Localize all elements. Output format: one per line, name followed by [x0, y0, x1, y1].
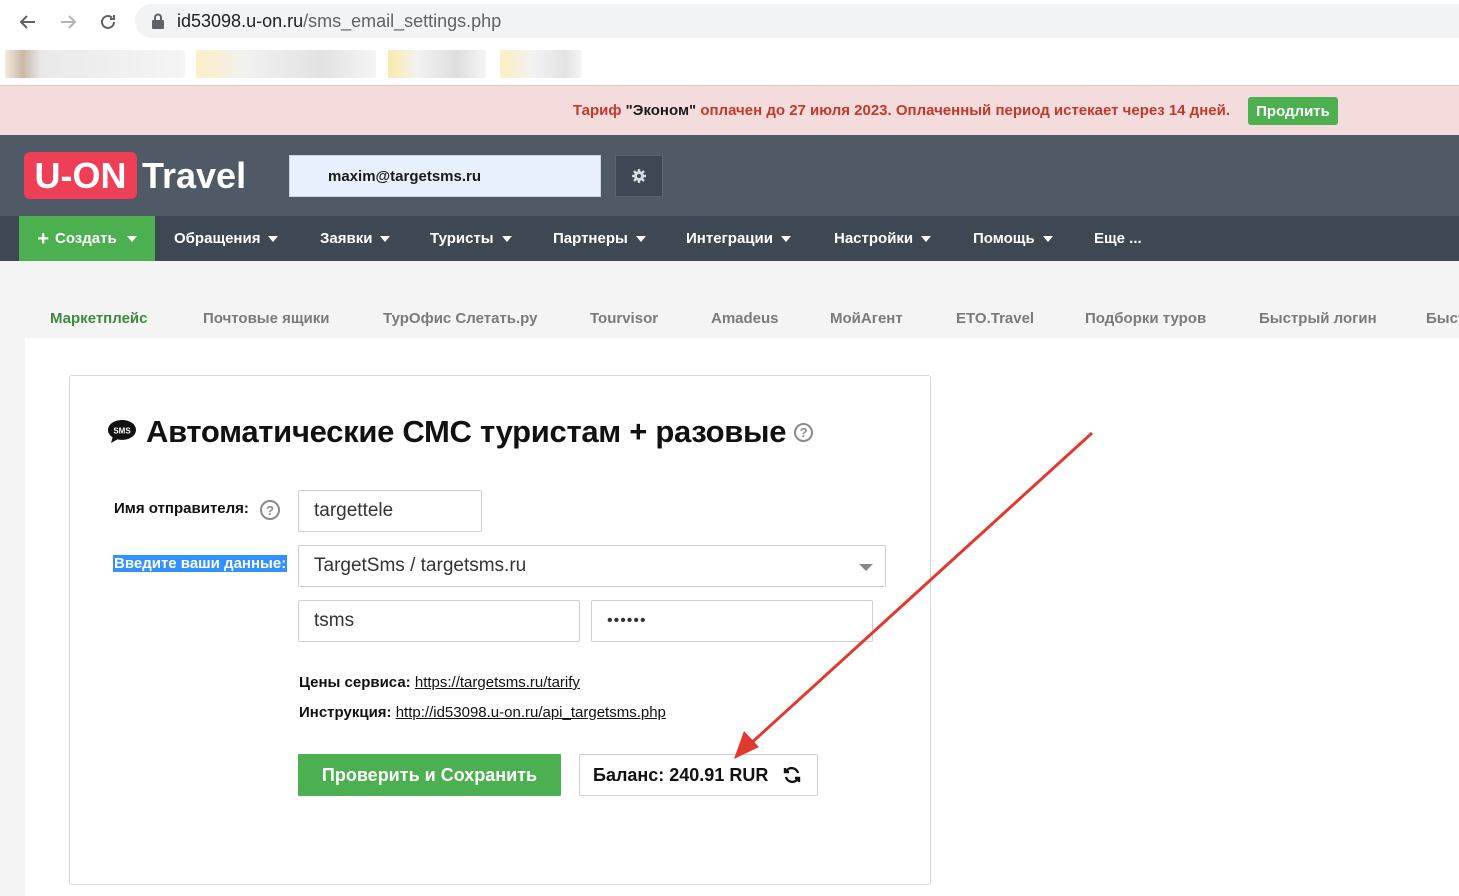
chevron-down-icon: [126, 235, 137, 242]
sms-chat-icon: SMS: [108, 420, 136, 443]
chevron-down-icon: [268, 235, 279, 242]
nav-item-partners[interactable]: Партнеры: [553, 216, 646, 261]
lock-icon: [152, 13, 164, 29]
chevron-down-icon: [780, 235, 791, 242]
nav-item-more[interactable]: Еще ...: [1094, 216, 1142, 261]
user-account-field[interactable]: maxim@targetsms.ru: [289, 155, 601, 197]
tariff-message: Тариф "Эконом" оплачен до 27 июля 2023. …: [572, 102, 1230, 119]
main-navigation: + Создать Обращения Заявки Туристы Партн…: [0, 216, 1459, 261]
refresh-icon[interactable]: [782, 765, 802, 785]
url-text: id53098.u-on.ru/sms_email_settings.php: [177, 10, 502, 31]
nav-item-settings[interactable]: Настройки: [834, 216, 932, 261]
data-label: Введите ваши данные:: [113, 555, 288, 572]
blurred-bookmark[interactable]: [196, 50, 376, 78]
nav-item-orders[interactable]: Заявки: [320, 216, 391, 261]
blurred-bookmark[interactable]: [388, 50, 486, 78]
card-title: SMS Автоматические СМС туристам + разовы…: [106, 414, 814, 450]
nav-item-integrations[interactable]: Интеграции: [686, 216, 791, 261]
subtab-quick-login[interactable]: Быстрый логин: [1259, 310, 1377, 327]
provider-select[interactable]: TargetSms / targetsms.ru: [298, 545, 886, 587]
renew-button[interactable]: Продлить: [1248, 97, 1338, 125]
subtab-tour-selections[interactable]: Подборки туров: [1085, 310, 1206, 327]
login-input[interactable]: tsms: [298, 600, 580, 642]
arrow-left-icon: [19, 15, 35, 29]
subtab-amadeus[interactable]: Amadeus: [711, 310, 779, 327]
help-icon[interactable]: ?: [260, 500, 280, 520]
app-header: U-ON Travel maxim@targetsms.ru: [0, 135, 1459, 216]
gear-icon: [632, 169, 646, 183]
address-bar[interactable]: id53098.u-on.ru/sms_email_settings.php: [135, 4, 1459, 38]
logo[interactable]: U-ON: [24, 152, 137, 199]
bookmarks-bar: [0, 44, 1459, 84]
integration-subtabs: Маркетплейс Почтовые ящики ТурОфис Слета…: [0, 261, 1459, 338]
card-title-text: Автоматические СМС туристам + разовые: [146, 414, 787, 449]
nav-item-requests[interactable]: Обращения: [174, 216, 279, 261]
subtab-turofis[interactable]: ТурОфис Слетать.ру: [383, 310, 537, 327]
logo-travel-text[interactable]: Travel: [142, 152, 246, 199]
svg-text:SMS: SMS: [113, 427, 131, 436]
chevron-down-icon: [501, 235, 512, 242]
chevron-down-icon: [380, 235, 391, 242]
sender-label: Имя отправителя:: [114, 500, 249, 517]
create-button[interactable]: + Создать: [19, 216, 155, 261]
help-icon[interactable]: ?: [794, 422, 814, 442]
blurred-bookmark[interactable]: [5, 50, 185, 78]
subtab-mailboxes[interactable]: Почтовые ящики: [203, 310, 330, 327]
browser-toolbar: id53098.u-on.ru/sms_email_settings.php: [0, 0, 1459, 44]
instructions-link[interactable]: http://id53098.u-on.ru/api_targetsms.php: [396, 704, 666, 721]
nav-item-tourists[interactable]: Туристы: [430, 216, 512, 261]
nav-item-help[interactable]: Помощь: [973, 216, 1053, 261]
chevron-down-icon: [635, 235, 646, 242]
subtab-etotravel[interactable]: ETO.Travel: [956, 310, 1034, 327]
balance-display: Баланс: 240.91 RUR: [579, 754, 818, 796]
arrow-right-icon: [61, 15, 77, 29]
prices-info: Цены сервиса: https://targetsms.ru/tarif…: [299, 674, 580, 691]
forward-button[interactable]: [48, 2, 88, 42]
settings-button[interactable]: [615, 155, 663, 197]
prices-link[interactable]: https://targetsms.ru/tarify: [415, 674, 580, 691]
plus-icon: +: [37, 227, 49, 250]
subtab-moyagent[interactable]: МойАгент: [830, 310, 903, 327]
blurred-bookmark[interactable]: [500, 50, 582, 78]
subtab-tourvisor[interactable]: Tourvisor: [590, 310, 658, 327]
reload-icon: [101, 14, 115, 29]
subtab-overflow[interactable]: Быст: [1426, 310, 1459, 327]
chevron-down-icon: [921, 235, 932, 242]
chevron-down-icon: [859, 564, 873, 571]
chevron-down-icon: [1042, 235, 1053, 242]
sender-name-input[interactable]: targettele: [298, 490, 482, 532]
check-and-save-button[interactable]: Проверить и Сохранить: [298, 754, 561, 796]
back-button[interactable]: [8, 2, 48, 42]
reload-button[interactable]: [88, 2, 128, 42]
password-input[interactable]: ••••••: [591, 600, 873, 642]
instructions-info: Инструкция: http://id53098.u-on.ru/api_t…: [299, 704, 666, 721]
balance-text: Баланс: 240.91 RUR: [593, 764, 769, 785]
tariff-banner: Тариф "Эконом" оплачен до 27 июля 2023. …: [0, 85, 1459, 135]
subtab-marketplace[interactable]: Маркетплейс: [50, 310, 147, 327]
